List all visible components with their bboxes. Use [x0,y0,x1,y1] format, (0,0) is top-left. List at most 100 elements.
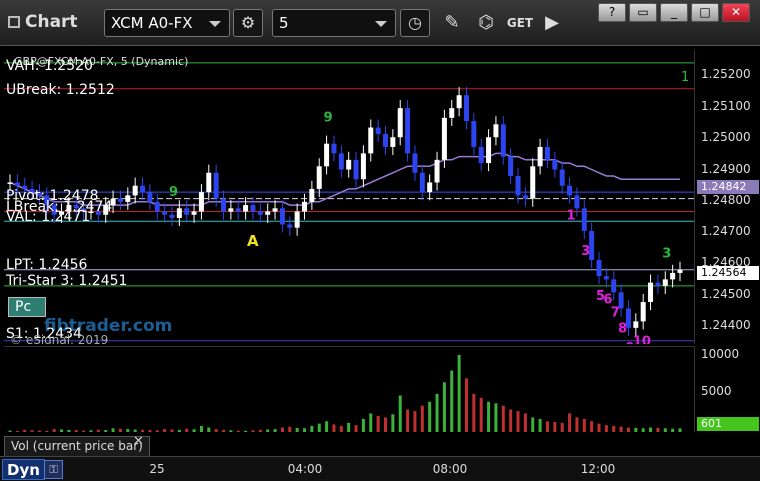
candle-body [419,172,425,193]
candle-body [390,137,396,147]
maximize-window-button[interactable]: □ [691,3,719,22]
price-tick: 1.25200 [701,67,751,81]
copyright-text: © eSignal, 2019 [10,333,109,344]
candle-body [132,185,138,196]
volume-bar [538,418,542,433]
last-price-badge: 1.24564 [697,266,759,280]
setup-count-label: 7 [611,305,620,320]
candle-body [338,153,344,170]
volume-tick: 10000 [701,347,740,361]
candle-body [169,214,175,218]
candle-body [500,124,506,157]
get-icon[interactable]: GET [506,9,534,37]
candle-body [162,211,168,215]
candle-body [309,188,315,202]
candle-body [213,172,219,199]
settings-gear-icon[interactable]: ⚙ [233,9,263,37]
volume-bar [464,378,468,433]
pc-button[interactable]: Pc [8,297,46,317]
help-window-button[interactable]: ? [598,3,626,22]
candle-body [559,169,565,186]
volume-bar [479,397,483,433]
volume-study-tab[interactable]: Vol (current price bar) [4,436,150,456]
candle-body [272,208,278,212]
candle-body [530,166,536,199]
close-icon[interactable]: ✕ [133,434,144,449]
price-axis[interactable]: 1.25200 1.25100 1.25000 1.24900 1.24800 … [681,50,760,344]
candle-body [508,156,514,176]
candle-body [316,166,322,189]
setup-count-label: 1 [567,208,576,223]
price-panel[interactable]: 991356789103 GBP@FXCM A0-FX, 5 (Dynamic)… [4,50,694,344]
candle-body [147,192,153,202]
symbol-dropdown[interactable]: XCM A0-FX [104,9,230,37]
volume-axis[interactable]: 10000 5000 601 [694,346,760,432]
candle-body [331,143,337,154]
candle-body [478,146,484,164]
candle-body [117,198,123,202]
candle-body [471,121,477,147]
chevron-down-icon [375,21,387,27]
candle-body [125,195,131,202]
interval-value: 5 [279,14,289,32]
volume-bar [398,395,402,433]
candle-body [302,201,308,212]
clock-icon[interactable]: ◷ [400,9,430,37]
lock-icon[interactable]: ⚿ [44,460,63,479]
volume-bar [457,354,461,433]
volume-bar [531,417,535,433]
minimize-window-button[interactable]: _ [660,3,688,22]
volume-bar [568,413,572,433]
candle-body [405,108,411,154]
candle-body [537,146,543,167]
candle-body [515,176,521,196]
lpt-label: LPT: 1.2456 [6,257,88,273]
volume-bar [376,415,380,433]
volume-bar [369,413,373,433]
candle-body [567,185,573,196]
volume-bar [406,409,410,433]
candle-body [640,302,646,322]
volume-bar [450,370,454,433]
volume-panel[interactable] [4,346,694,433]
play-icon[interactable]: ▶ [538,9,566,37]
candle-body [486,137,492,164]
study-icon[interactable]: ⌬ [472,9,500,37]
candle-body [250,205,256,212]
dynamic-mode-button[interactable]: Dyn [2,459,45,480]
toolbar: Chart XCM A0-FX ⚙ 5 ◷ ✎ ⌬ GET ▶ ? ▭ _ □ … [0,0,760,46]
candle-body [633,321,639,328]
candle-body [154,201,160,212]
time-label: 12:00 [580,462,616,476]
price-tick: 1.24500 [701,287,751,301]
volume-bar [487,401,491,433]
interval-dropdown[interactable]: 5 [272,9,396,37]
candle-body [353,159,359,180]
candle-body [397,108,403,138]
volume-bar [361,418,365,433]
val-label: VAL: 1.2471 [6,209,91,225]
candle-body [427,182,433,193]
close-window-button[interactable]: ✕ [722,3,750,22]
volume-chart[interactable] [4,347,694,433]
pencil-icon[interactable]: ✎ [438,9,466,37]
volume-bar [575,417,579,433]
volume-bar [383,417,387,433]
candle-body [257,211,263,215]
candle-body [412,153,418,173]
candle-body [574,195,580,209]
price-tick: 1.24800 [701,193,751,207]
volume-bar [523,413,527,433]
candle-body [581,208,587,231]
restore-window-button[interactable]: ▭ [629,3,657,22]
candle-body [611,279,617,293]
volume-caption-bar: Vol (current price bar) ✕ [0,432,760,456]
setup-count-label: 8 [618,321,627,336]
volume-tick: 5000 [701,384,732,398]
volume-bar [428,401,432,433]
candle-body [456,95,462,109]
time-axis[interactable]: Dyn ⚿ 25 04:00 08:00 12:00 [0,456,760,481]
candle-body [449,108,455,118]
time-label: 08:00 [432,462,468,476]
chart-window-icon [8,16,20,28]
